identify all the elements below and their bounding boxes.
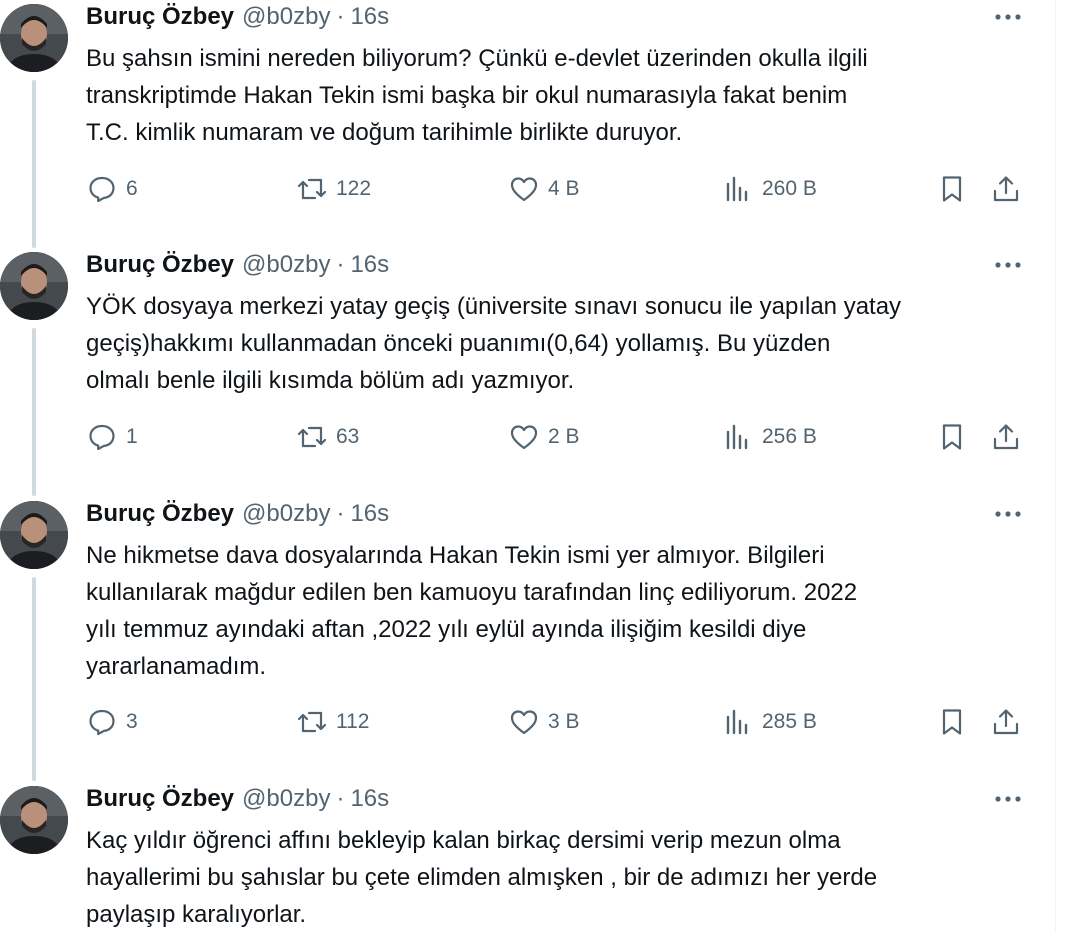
share-button[interactable] — [990, 417, 1022, 457]
avatar[interactable] — [0, 252, 68, 320]
reply-icon — [86, 421, 118, 453]
views-icon — [722, 706, 754, 738]
reply-icon — [86, 706, 118, 738]
user-handle[interactable]: @b0zby — [242, 3, 330, 31]
retweet-icon — [296, 706, 328, 738]
views-count: 285 B — [762, 710, 817, 733]
tweet-actions: 6 122 4 B 260 B — [86, 169, 1036, 209]
like-count: 4 B — [548, 177, 580, 200]
tweet-header: Buruç Özbey @b0zby · 16s — [86, 782, 389, 816]
more-horizontal-icon[interactable] — [988, 2, 1028, 32]
user-handle[interactable]: @b0zby — [242, 251, 330, 279]
tweet-4[interactable]: Buruç Özbey @b0zby · 16s Kaç yıldır öğre… — [0, 782, 1055, 932]
views-button[interactable]: 256 B — [722, 417, 817, 457]
views-count: 260 B — [762, 177, 817, 200]
avatar[interactable] — [0, 4, 68, 72]
tweet-3[interactable]: Buruç Özbey @b0zby · 16s Ne hikmetse dav… — [0, 497, 1055, 781]
tweet-time[interactable]: 16s — [350, 500, 389, 528]
thread-connector — [32, 577, 36, 781]
tweet-time[interactable]: 16s — [350, 3, 389, 31]
reply-count: 1 — [126, 425, 138, 448]
share-button[interactable] — [990, 169, 1022, 209]
tweet-actions: 3 112 3 B 285 B — [86, 702, 1036, 742]
avatar-image — [0, 786, 68, 854]
reply-button[interactable]: 3 — [86, 702, 138, 742]
retweet-button[interactable]: 122 — [296, 169, 371, 209]
retweet-icon — [296, 421, 328, 453]
tweet-text: Bu şahsın ismini nereden biliyorum? Çünk… — [86, 45, 868, 146]
views-count: 256 B — [762, 425, 817, 448]
retweet-button[interactable]: 63 — [296, 417, 359, 457]
display-name[interactable]: Buruç Özbey — [86, 785, 234, 813]
tweet-text: Kaç yıldır öğrenci affını bekleyip kalan… — [86, 827, 878, 928]
display-name[interactable]: Buruç Özbey — [86, 500, 234, 528]
tweet-time[interactable]: 16s — [350, 785, 389, 813]
reply-button[interactable]: 6 — [86, 169, 138, 209]
avatar[interactable] — [0, 501, 68, 569]
like-count: 2 B — [548, 425, 580, 448]
share-icon — [990, 173, 1022, 205]
tweet-text: YÖK dosyaya merkezi yatay geçiş (ünivers… — [86, 293, 902, 394]
like-button[interactable]: 4 B — [508, 169, 580, 209]
thread-connector — [32, 328, 36, 496]
views-button[interactable]: 260 B — [722, 169, 817, 209]
avatar-image — [0, 252, 68, 320]
like-button[interactable]: 2 B — [508, 417, 580, 457]
tweet-time[interactable]: 16s — [350, 251, 389, 279]
more-horizontal-icon[interactable] — [988, 250, 1028, 280]
reply-icon — [86, 173, 118, 205]
tweet-header: Buruç Özbey @b0zby · 16s — [86, 0, 389, 34]
share-icon — [990, 421, 1022, 453]
tweet-actions: 1 63 2 B 256 B — [86, 417, 1036, 457]
tweet-thread: Buruç Özbey @b0zby · 16s Bu şahsın ismin… — [0, 0, 1055, 932]
bookmark-button[interactable] — [936, 169, 968, 209]
reply-count: 3 — [126, 710, 138, 733]
separator-dot: · — [336, 251, 345, 278]
bookmark-icon — [936, 421, 968, 453]
retweet-button[interactable]: 112 — [296, 702, 369, 742]
more-horizontal-icon[interactable] — [988, 499, 1028, 529]
avatar-image — [0, 501, 68, 569]
user-handle[interactable]: @b0zby — [242, 785, 330, 813]
retweet-count: 112 — [336, 710, 370, 733]
reply-count: 6 — [126, 177, 138, 200]
views-icon — [722, 173, 754, 205]
separator-dot: · — [336, 500, 345, 527]
share-icon — [990, 706, 1022, 738]
views-icon — [722, 421, 754, 453]
tweet-2[interactable]: Buruç Özbey @b0zby · 16s YÖK dosyaya mer… — [0, 248, 1055, 496]
tweet-header: Buruç Özbey @b0zby · 16s — [86, 248, 389, 282]
retweet-icon — [296, 173, 328, 205]
tweet-1[interactable]: Buruç Özbey @b0zby · 16s Bu şahsın ismin… — [0, 0, 1055, 248]
bookmark-icon — [936, 173, 968, 205]
heart-icon — [508, 173, 540, 205]
thread-connector — [32, 80, 36, 248]
display-name[interactable]: Buruç Özbey — [86, 251, 234, 279]
heart-icon — [508, 706, 540, 738]
column-border — [1055, 0, 1056, 932]
user-handle[interactable]: @b0zby — [242, 500, 330, 528]
bookmark-button[interactable] — [936, 702, 968, 742]
share-button[interactable] — [990, 702, 1022, 742]
bookmark-button[interactable] — [936, 417, 968, 457]
separator-dot: · — [336, 3, 345, 30]
views-button[interactable]: 285 B — [722, 702, 817, 742]
like-button[interactable]: 3 B — [508, 702, 580, 742]
retweet-count: 122 — [336, 177, 372, 200]
like-count: 3 B — [548, 710, 580, 733]
heart-icon — [508, 421, 540, 453]
reply-button[interactable]: 1 — [86, 417, 138, 457]
avatar-image — [0, 4, 68, 72]
more-horizontal-icon[interactable] — [988, 784, 1028, 814]
display-name[interactable]: Buruç Özbey — [86, 3, 234, 31]
avatar[interactable] — [0, 786, 68, 854]
bookmark-icon — [936, 706, 968, 738]
tweet-text: Ne hikmetse dava dosyalarında Hakan Teki… — [86, 542, 858, 680]
tweet-header: Buruç Özbey @b0zby · 16s — [86, 497, 389, 531]
separator-dot: · — [336, 785, 345, 812]
retweet-count: 63 — [336, 425, 360, 448]
